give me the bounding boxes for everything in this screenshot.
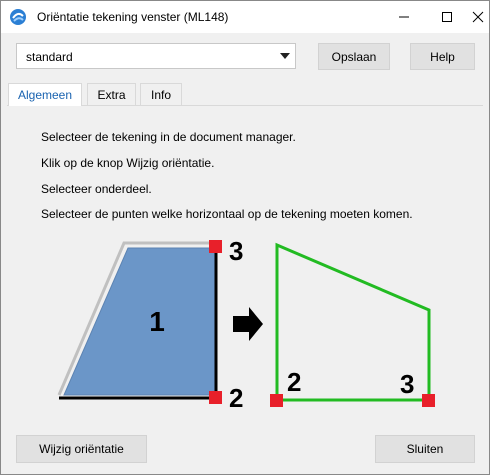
point-label-3-after: 3 bbox=[400, 369, 414, 399]
instruction-step-3: Selecteer onderdeel. bbox=[41, 182, 152, 196]
instruction-step-2: Klik op de knop Wijzig oriëntatie. bbox=[41, 156, 215, 170]
app-logo-icon bbox=[10, 9, 26, 25]
chevron-down-icon bbox=[280, 53, 290, 59]
instruction-step-4: Selecteer de punten welke horizontaal op… bbox=[41, 207, 413, 221]
part-shape bbox=[63, 247, 217, 396]
point-marker-3-after bbox=[422, 394, 435, 407]
arrow-right-icon bbox=[233, 307, 263, 341]
orientation-window: Oriëntatie tekening venster (ML148) stan… bbox=[0, 0, 490, 475]
close-button[interactable]: Sluiten bbox=[375, 435, 475, 463]
title-bar: Oriëntatie tekening venster (ML148) bbox=[1, 1, 489, 33]
preset-dropdown[interactable]: standard bbox=[16, 43, 296, 69]
change-orientation-button[interactable]: Wijzig oriëntatie bbox=[16, 435, 147, 463]
maximize-button[interactable] bbox=[430, 1, 464, 33]
point-marker-3 bbox=[209, 240, 222, 253]
point-marker-2 bbox=[209, 391, 222, 404]
minimize-icon bbox=[399, 16, 409, 18]
tab-info[interactable]: Info bbox=[140, 83, 182, 105]
window-title: Oriëntatie tekening venster (ML148) bbox=[37, 10, 229, 24]
close-window-button[interactable] bbox=[461, 1, 490, 33]
instruction-step-1: Selecteer de tekening in de document man… bbox=[41, 130, 296, 144]
part-number-label: 1 bbox=[149, 306, 165, 337]
minimize-button[interactable] bbox=[387, 1, 421, 33]
close-icon bbox=[472, 11, 484, 23]
point-label-2-before: 2 bbox=[229, 383, 243, 413]
tab-general[interactable]: Algemeen bbox=[8, 83, 82, 106]
preset-value: standard bbox=[26, 50, 73, 64]
point-label-2-after: 2 bbox=[287, 367, 301, 397]
tab-extra[interactable]: Extra bbox=[87, 83, 136, 105]
help-button[interactable]: Help bbox=[410, 43, 475, 70]
maximize-icon bbox=[442, 12, 452, 22]
orientation-diagram: 1 3 2 2 3 bbox=[57, 236, 435, 413]
point-label-3-before: 3 bbox=[229, 236, 243, 266]
point-marker-2-after bbox=[270, 394, 283, 407]
save-button[interactable]: Opslaan bbox=[318, 43, 390, 70]
